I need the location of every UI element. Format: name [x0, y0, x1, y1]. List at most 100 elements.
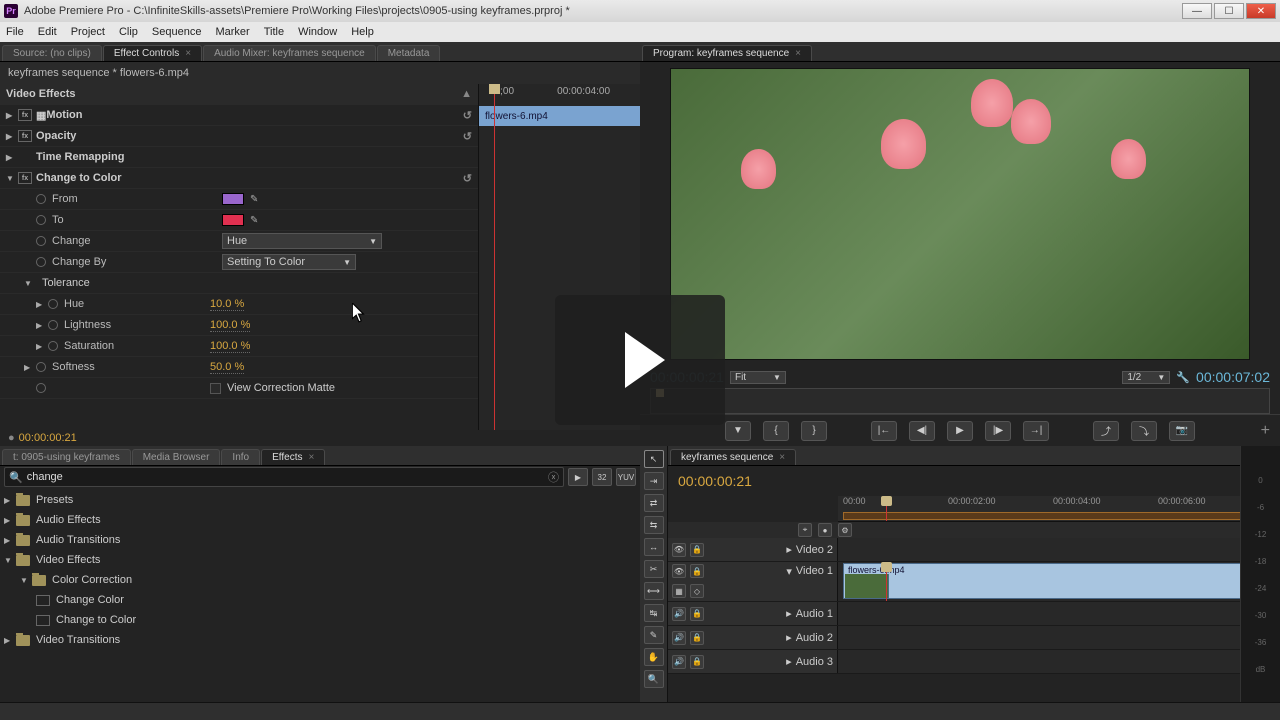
stopwatch-icon[interactable]	[36, 362, 46, 372]
hue-value[interactable]: 10.0 %	[210, 298, 244, 311]
menu-file[interactable]: File	[6, 26, 24, 38]
track-video1[interactable]: Video 1	[796, 565, 833, 577]
twirl-icon[interactable]	[6, 130, 18, 142]
twirl-icon[interactable]	[4, 494, 16, 506]
twirl-icon[interactable]	[4, 534, 16, 546]
lock-icon[interactable]: 🔒	[690, 607, 704, 621]
ripple-edit-tool[interactable]: ⇄	[644, 494, 664, 512]
keyframe-toggle[interactable]: ▦	[672, 584, 686, 598]
eyedropper-icon[interactable]: ✎	[250, 194, 258, 205]
tab-effect-controls[interactable]: Effect Controls×	[103, 45, 202, 61]
stopwatch-icon[interactable]	[36, 194, 46, 204]
track-video2[interactable]: Video 2	[796, 544, 833, 556]
effect-change-to-color[interactable]: Change to Color	[36, 172, 122, 184]
close-icon[interactable]: ×	[185, 48, 191, 59]
keyframe-toggle[interactable]: ◇	[690, 584, 704, 598]
tab-audio-mixer[interactable]: Audio Mixer: keyframes sequence	[203, 45, 376, 61]
twirl-icon[interactable]	[20, 574, 32, 586]
twirl-icon[interactable]	[24, 277, 36, 289]
step-back-button[interactable]: ◀|	[909, 421, 935, 441]
view-matte-checkbox[interactable]	[210, 383, 221, 394]
fit-dropdown[interactable]: Fit▼	[730, 371, 786, 384]
resolution-dropdown[interactable]: 1/2▼	[1122, 371, 1170, 384]
close-icon[interactable]: ×	[779, 452, 785, 463]
timeline-timecode[interactable]: 00:00:00:21	[678, 473, 752, 489]
tab-effects[interactable]: Effects×	[261, 449, 325, 465]
softness-value[interactable]: 50.0 %	[210, 361, 244, 374]
yuv-icon[interactable]: YUV	[616, 468, 636, 486]
folder-item[interactable]: Presets	[0, 490, 640, 510]
twirl-icon[interactable]	[6, 109, 18, 121]
tab-info[interactable]: Info	[221, 449, 260, 465]
rolling-edit-tool[interactable]: ⇆	[644, 516, 664, 534]
twirl-icon[interactable]	[36, 340, 48, 352]
change-dropdown[interactable]: Hue▼	[222, 233, 382, 249]
stopwatch-icon[interactable]	[36, 383, 46, 393]
menu-help[interactable]: Help	[351, 26, 374, 38]
rate-stretch-tool[interactable]: ↔	[644, 538, 664, 556]
playhead[interactable]	[494, 84, 495, 430]
step-forward-button[interactable]: |▶	[985, 421, 1011, 441]
lock-icon[interactable]: 🔒	[690, 631, 704, 645]
tab-media-browser[interactable]: Media Browser	[132, 449, 221, 465]
reset-icon[interactable]: ↺	[463, 109, 472, 122]
menu-title[interactable]: Title	[264, 26, 284, 38]
twirl-icon[interactable]	[24, 361, 36, 373]
menu-clip[interactable]: Clip	[119, 26, 138, 38]
tab-sequence[interactable]: keyframes sequence×	[670, 449, 796, 465]
video-play-overlay[interactable]	[555, 295, 725, 425]
folder-item[interactable]: Video Transitions	[0, 630, 640, 650]
reset-icon[interactable]: ↺	[463, 172, 472, 185]
lock-icon[interactable]: 🔒	[690, 564, 704, 578]
stopwatch-icon[interactable]	[48, 320, 58, 330]
menu-window[interactable]: Window	[298, 26, 337, 38]
tab-program[interactable]: Program: keyframes sequence×	[642, 45, 812, 61]
clear-search-icon[interactable]: ⓧ	[548, 469, 559, 485]
effect-opacity[interactable]: Opacity	[36, 130, 76, 142]
razor-tool[interactable]: ✂	[644, 560, 664, 578]
fx-icon[interactable]: fx	[18, 172, 32, 184]
time-ruler[interactable]: 00:00 00:00:02:00 00:00:04:00 00:00:06:0…	[838, 496, 1280, 522]
search-input[interactable]	[27, 471, 548, 483]
reset-icon[interactable]: ↺	[463, 130, 472, 143]
folder-item[interactable]: Audio Transitions	[0, 530, 640, 550]
current-timecode[interactable]: 00:00:00:21	[19, 432, 77, 444]
extract-button[interactable]: ⤵	[1131, 421, 1157, 441]
stopwatch-icon[interactable]	[36, 215, 46, 225]
go-to-out-button[interactable]: →|	[1023, 421, 1049, 441]
program-viewport[interactable]	[670, 68, 1250, 360]
fx-icon[interactable]: fx	[18, 109, 32, 121]
effects-search[interactable]: 🔍 ⓧ	[4, 467, 564, 487]
slip-tool[interactable]: ⟷	[644, 582, 664, 600]
twirl-icon[interactable]	[6, 151, 18, 163]
to-color-swatch[interactable]	[222, 214, 244, 226]
stopwatch-icon[interactable]	[36, 257, 46, 267]
fx-toggle-icon[interactable]: ▶	[568, 468, 588, 486]
eye-icon[interactable]: 👁	[672, 543, 686, 557]
maximize-button[interactable]: ☐	[1214, 3, 1244, 19]
mark-out-button[interactable]: }	[801, 421, 827, 441]
timeline-playhead[interactable]	[886, 496, 887, 521]
tab-metadata[interactable]: Metadata	[377, 45, 441, 61]
wrench-icon[interactable]: 🔧	[1176, 371, 1190, 384]
marker-toggle[interactable]: ●	[818, 523, 832, 537]
tab-source[interactable]: Source: (no clips)	[2, 45, 102, 61]
menu-edit[interactable]: Edit	[38, 26, 57, 38]
close-icon[interactable]: ×	[795, 48, 801, 59]
twirl-icon[interactable]	[4, 514, 16, 526]
from-color-swatch[interactable]	[222, 193, 244, 205]
clip-flowers[interactable]: flowers-6.mp4	[843, 563, 1280, 599]
timeline-clip-strip[interactable]: flowers-6.mp4	[479, 106, 640, 126]
twirl-icon[interactable]	[6, 172, 18, 184]
pen-tool[interactable]: ✎	[644, 626, 664, 644]
stopwatch-icon[interactable]	[48, 299, 58, 309]
close-icon[interactable]: ×	[309, 452, 315, 463]
folder-item[interactable]: Video Effects	[0, 550, 640, 570]
eyedropper-icon[interactable]: ✎	[250, 215, 258, 226]
twirl-icon[interactable]	[4, 554, 16, 566]
lock-icon[interactable]: 🔒	[690, 655, 704, 669]
saturation-value[interactable]: 100.0 %	[210, 340, 250, 353]
speaker-icon[interactable]: 🔊	[672, 631, 686, 645]
program-time-ruler[interactable]	[650, 388, 1270, 414]
settings-icon[interactable]: ⚙	[838, 523, 852, 537]
